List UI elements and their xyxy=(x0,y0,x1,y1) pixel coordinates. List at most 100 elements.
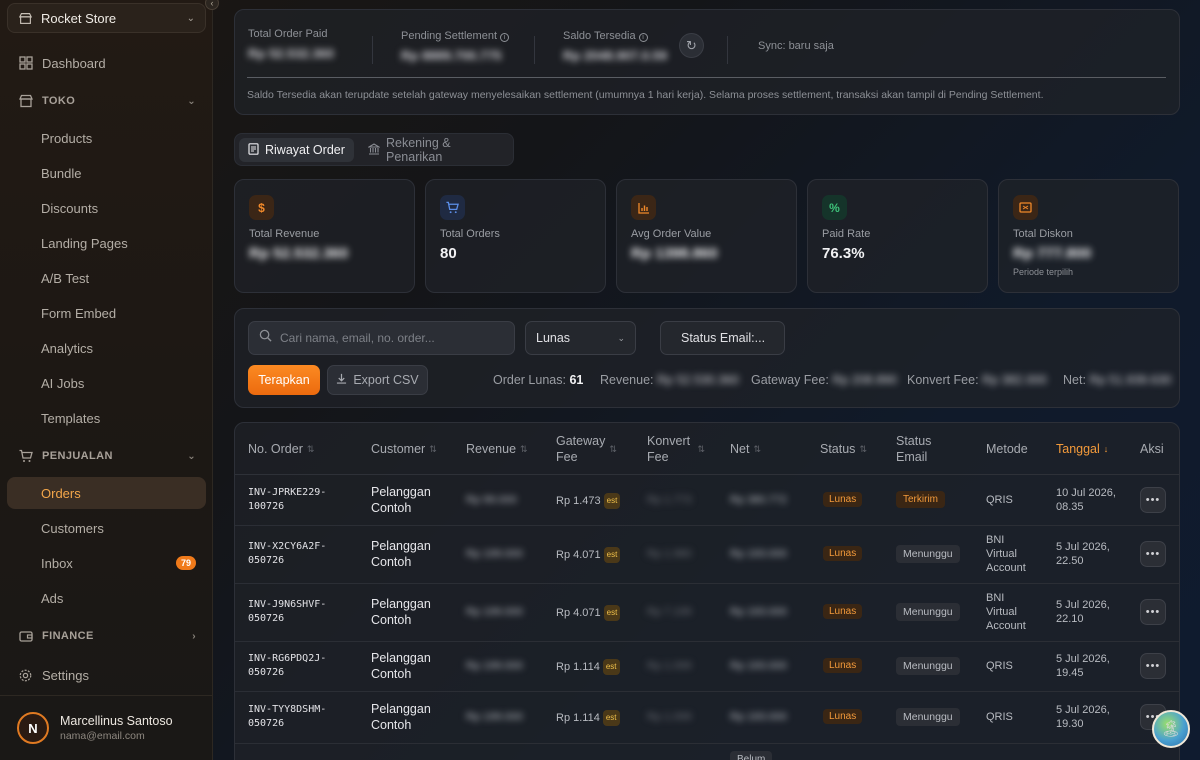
revenue-value: Rp 199.000 xyxy=(466,548,523,560)
section-finance[interactable]: FINANCE › xyxy=(7,624,206,648)
nav-label: Bundle xyxy=(41,165,82,181)
store-icon xyxy=(18,11,33,26)
customer-name: Pelanggan Contoh xyxy=(371,597,431,627)
nav-bundle[interactable]: Bundle xyxy=(7,157,206,189)
nav-label: Ads xyxy=(41,590,64,606)
status-filter-select[interactable]: Lunas ⌄ xyxy=(525,321,636,355)
order-date: 5 Jul 2026, 19.45 xyxy=(1056,653,1110,679)
saldo-tersedia-value: Rp 2048.907.0.59 xyxy=(563,48,668,63)
store-switcher[interactable]: Rocket Store ⌄ xyxy=(7,3,206,33)
summary-value: Rp 208.890 xyxy=(832,373,897,387)
row-actions-button[interactable]: ••• xyxy=(1140,487,1166,513)
export-csv-button[interactable]: Export CSV xyxy=(327,365,428,395)
nav-inbox[interactable]: Inbox 79 xyxy=(7,547,206,579)
col-header-label: Status Email xyxy=(896,434,932,464)
col-header-status[interactable]: Status ⇅ xyxy=(820,433,867,465)
estimate-badge: est xyxy=(603,547,621,563)
floating-assistant-button[interactable]: 🏝 xyxy=(1152,710,1190,748)
nav-ab-test[interactable]: A/B Test xyxy=(7,262,206,294)
section-penjualan[interactable]: PENJUALAN ⌄ xyxy=(7,444,206,468)
nav-products[interactable]: Products xyxy=(7,122,206,154)
info-icon[interactable]: i xyxy=(638,33,648,42)
nav-analytics[interactable]: Analytics xyxy=(7,332,206,364)
col-header-tanggal[interactable]: Tanggal ↓ xyxy=(1056,433,1108,465)
status-badge: Lunas xyxy=(823,546,863,561)
inbox-count-badge: 79 xyxy=(175,556,196,570)
nav-landing-pages[interactable]: Landing Pages xyxy=(7,227,206,259)
email-status-filter-select[interactable]: Status Email:... xyxy=(660,321,785,355)
export-label: Export CSV xyxy=(353,373,419,387)
user-profile[interactable]: N Marcellinus Santoso nama@email.com xyxy=(17,712,173,744)
select-value: Lunas xyxy=(536,331,571,345)
nav-form-embed[interactable]: Form Embed xyxy=(7,297,206,329)
col-header-net[interactable]: Net ⇅ xyxy=(730,433,761,465)
nav-label: AI Jobs xyxy=(41,375,85,391)
divider xyxy=(372,36,373,64)
sidebar: Rocket Store ⌄ ‹ Dashboard TOKO ⌄ Produc… xyxy=(0,0,219,760)
konvert-fee-summary: Konvert Fee: Rp 382.000 xyxy=(907,373,1047,387)
col-header-order[interactable]: No. Order ⇅ xyxy=(248,433,314,465)
row-actions-button[interactable]: ••• xyxy=(1140,653,1166,679)
nav-label: Customers xyxy=(41,520,104,536)
nav-label: Landing Pages xyxy=(41,235,128,251)
order-date: 5 Jul 2026, 22.10 xyxy=(1056,599,1110,625)
col-header-konvert-fee[interactable]: Konvert Fee ⇅ xyxy=(647,433,705,465)
search-input[interactable] xyxy=(280,331,500,345)
net-summary: Net: Rp 51.939.630 xyxy=(1063,373,1171,387)
section-toko[interactable]: TOKO ⌄ xyxy=(7,89,206,113)
apply-filter-button[interactable]: Terapkan xyxy=(248,365,320,395)
net-value: Rp 193.000 xyxy=(730,548,787,560)
gateway-fee: Rp 4.071 est xyxy=(556,547,621,563)
sync-status: Sync: baru saja xyxy=(758,40,834,52)
total-order-paid: Total Order Paid Rp 52.532.360 xyxy=(248,28,334,61)
search-field[interactable] xyxy=(248,321,515,355)
status-badge: Lunas xyxy=(823,492,863,507)
col-header-customer[interactable]: Customer ⇅ xyxy=(371,433,437,465)
gateway-fee: Rp 4.071 est xyxy=(556,605,621,621)
net-value: Rp 193.000 xyxy=(730,660,787,672)
col-header-status-email[interactable]: Status Email xyxy=(896,433,946,465)
customer-name: Pelanggan Contoh xyxy=(371,539,431,569)
email-status-badge: Menunggu xyxy=(896,603,960,621)
sort-icon: ⇅ xyxy=(306,444,315,454)
nav-discounts[interactable]: Discounts xyxy=(7,192,206,224)
info-icon[interactable]: i xyxy=(500,33,510,42)
nav-templates[interactable]: Templates xyxy=(7,402,206,434)
nav-ads[interactable]: Ads xyxy=(7,582,206,614)
col-header-metode[interactable]: Metode xyxy=(986,433,1028,465)
row-actions-button[interactable]: ••• xyxy=(1140,599,1166,625)
nav-label: Inbox xyxy=(41,555,73,571)
order-number: INV-TYY8DSHM- 050726 xyxy=(248,704,327,729)
col-header-label: Aksi xyxy=(1140,442,1164,456)
col-header-gateway-fee[interactable]: Gateway Fee ⇅ xyxy=(556,433,617,465)
nav-dashboard[interactable]: Dashboard xyxy=(7,47,206,79)
net-value: Rp 193.000 xyxy=(730,711,787,723)
nav-ai-jobs[interactable]: AI Jobs xyxy=(7,367,206,399)
collapse-sidebar-button[interactable]: ‹ xyxy=(205,0,219,10)
tab-riwayat-order[interactable]: Riwayat Order xyxy=(239,138,354,162)
gateway-fee-value: Rp 4.071 xyxy=(556,549,601,561)
stat-card-total-orders: Total Orders 80 xyxy=(425,179,606,293)
payment-method: BNI Virtual Account xyxy=(986,534,1026,574)
stat-card-avg-order-value: Avg Order Value Rp 1398.860 xyxy=(616,179,797,293)
nav-orders[interactable]: Orders xyxy=(7,477,206,509)
col-header-label: Status xyxy=(820,442,856,456)
tab-rekening-penarikan[interactable]: Rekening & Penarikan xyxy=(359,136,513,164)
stat-value: Rp 777.800 xyxy=(1013,245,1092,262)
status-badge: Lunas xyxy=(823,709,863,724)
stat-card-total-diskon: Total Diskon Rp 777.800 Periode terpilih xyxy=(998,179,1179,293)
refresh-button[interactable]: ↻ xyxy=(679,33,704,58)
konvert-fee-value: Rp 1.099 xyxy=(647,711,692,723)
row-actions-button[interactable]: ••• xyxy=(1140,541,1166,567)
konvert-fee-value: Rp 1.980 xyxy=(647,548,692,560)
saldo-tersedia-label: Saldo Tersedia xyxy=(563,30,636,42)
stat-value: 76.3% xyxy=(822,245,865,262)
tab-label: Riwayat Order xyxy=(265,143,345,157)
col-header-label: Revenue xyxy=(466,442,517,456)
nav-settings[interactable]: Settings xyxy=(7,659,206,691)
email-status-badge: Menunggu xyxy=(896,657,960,675)
customer-name: Pelanggan Contoh xyxy=(371,651,431,681)
gateway-fee-value: Rp 1.473 xyxy=(556,495,601,507)
nav-customers[interactable]: Customers xyxy=(7,512,206,544)
col-header-revenue[interactable]: Revenue ⇅ xyxy=(466,433,528,465)
